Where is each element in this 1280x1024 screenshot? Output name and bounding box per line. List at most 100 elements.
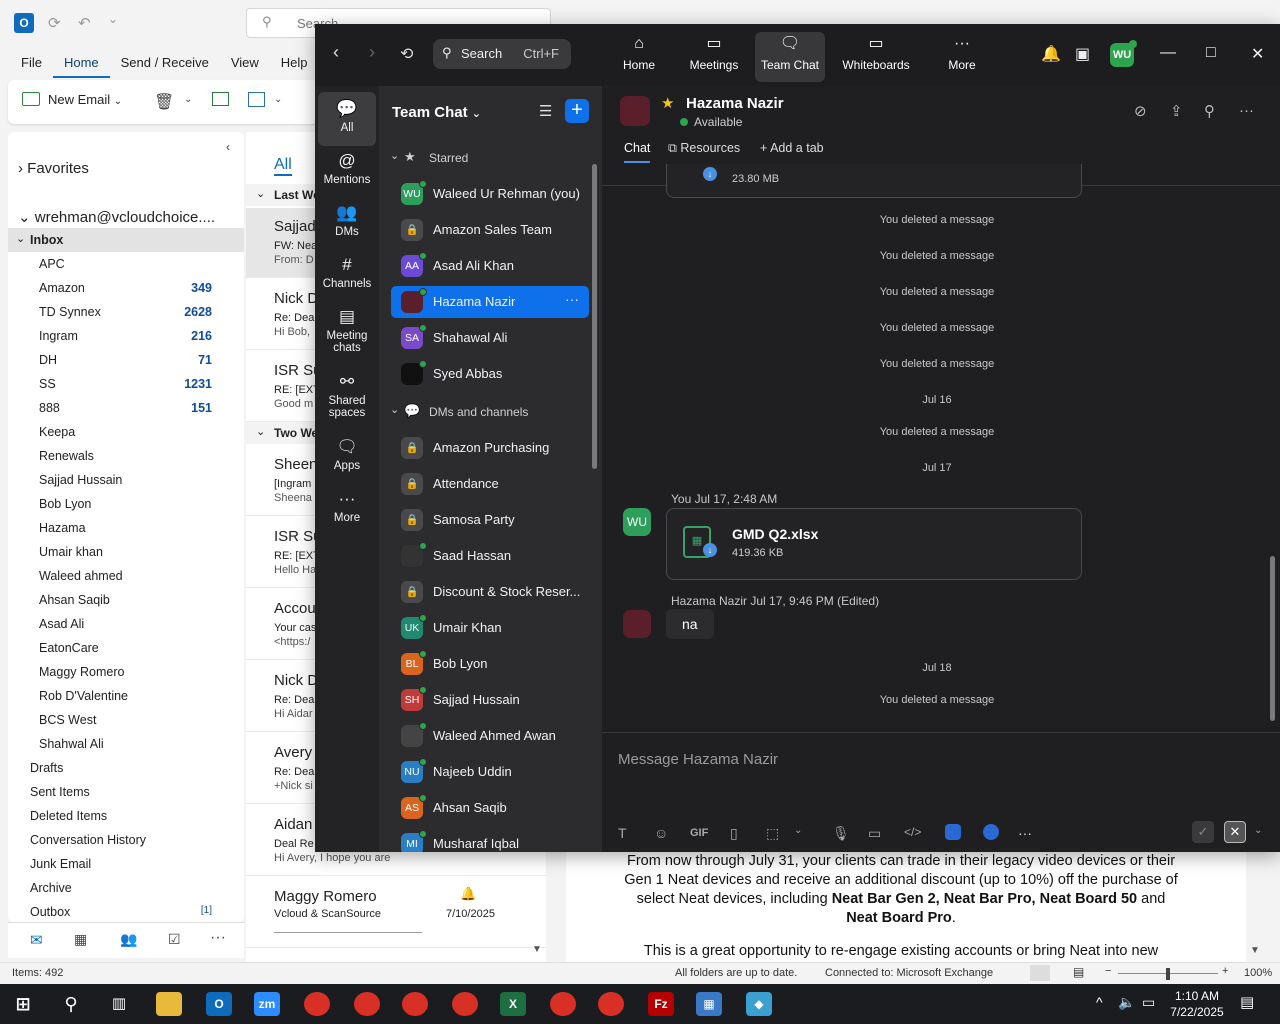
chat-list-item[interactable]: SA Shahawal Ali <box>391 322 589 354</box>
folder-item[interactable]: SS 1231 <box>8 372 244 396</box>
menu-send-receive[interactable]: Send / Receive <box>110 46 220 78</box>
chat-list-item[interactable]: SH Sajjad Hussain <box>391 684 589 716</box>
zoom-search-button[interactable]: ⚲ Search Ctrl+F <box>433 39 571 69</box>
screenshot-dropdown-icon[interactable]: ⌄ <box>794 825 802 836</box>
download-icon[interactable]: ↓ <box>703 167 717 181</box>
more-options-icon[interactable]: ··· <box>565 291 579 307</box>
task-view-icon[interactable]: ▥ <box>106 992 132 1016</box>
menu-home[interactable]: Home <box>52 46 110 78</box>
excel-icon[interactable]: X <box>500 992 526 1016</box>
collapse-pane-icon[interactable]: ‹ <box>226 140 230 154</box>
mail-icon[interactable]: ✉ <box>30 931 43 949</box>
chat-list-item[interactable]: UK Umair Khan <box>391 612 589 644</box>
app-integration-icon[interactable] <box>945 824 961 840</box>
screenshot-icon[interactable]: ⬚ <box>766 825 779 842</box>
folder-item[interactable]: Bob Lyon <box>8 492 244 516</box>
rail-all[interactable]: 💬 All <box>318 92 376 146</box>
folder-item[interactable]: Ingram 216 <box>8 324 244 348</box>
folder-item[interactable]: Keepa <box>8 420 244 444</box>
calendar-icon[interactable]: ▦ <box>74 931 87 948</box>
file-card-prev[interactable]: 23.80 MB ↓ <box>666 164 1082 198</box>
rail-more[interactable]: ··· More <box>318 488 376 524</box>
message-input[interactable] <box>618 751 1258 768</box>
sender-avatar[interactable]: WU <box>623 508 651 536</box>
scroll-down-icon[interactable]: ▼ <box>532 944 542 955</box>
chat-list-item[interactable]: MI Musharaf Iqbal <box>391 828 589 852</box>
minimize-icon[interactable]: — <box>1160 44 1176 62</box>
chat-list-item[interactable]: AA Asad Ali Khan <box>391 250 589 282</box>
section-dms-channels[interactable]: ⌄ 💬 DMs and channels <box>379 397 589 427</box>
star-icon[interactable]: ★ <box>661 94 674 112</box>
app-icon[interactable]: ◆ <box>746 992 772 1016</box>
chrome-icon[interactable] <box>354 992 380 1016</box>
filter-all-tab[interactable]: All <box>274 156 292 176</box>
cancel-button[interactable]: ✕ <box>1224 821 1246 843</box>
chrome-icon[interactable] <box>304 992 330 1016</box>
code-snippet-icon[interactable]: </> <box>904 825 921 839</box>
rail-shared-spaces[interactable]: ⚯ Shared spaces <box>318 371 376 419</box>
folder-item[interactable]: APC <box>8 252 244 276</box>
filter-icon[interactable]: ☰ <box>539 102 552 120</box>
tab-more[interactable]: ··· More <box>939 32 985 82</box>
folder-item[interactable]: Hazama <box>8 516 244 540</box>
rail-dms[interactable]: 👥 DMs <box>318 202 376 238</box>
add-tab-button[interactable]: + Add a tab <box>760 141 824 155</box>
folder-item[interactable]: ⌄ Inbox <box>8 228 244 252</box>
zoom-out-icon[interactable]: − <box>1105 965 1111 977</box>
tab-team-chat[interactable]: 🗨 Team Chat <box>755 32 825 82</box>
folder-item[interactable]: Waleed ahmed <box>8 564 244 588</box>
favorites-header[interactable]: › Favorites <box>18 160 89 177</box>
send-options-dropdown-icon[interactable]: ⌄ <box>1254 825 1262 836</box>
chat-list-item[interactable]: 🔒 Attendance <box>391 468 589 500</box>
chat-list-item[interactable]: 🔒 Amazon Purchasing <box>391 432 589 464</box>
section-starred[interactable]: ⌄ ★ Starred <box>379 143 589 173</box>
mail-item[interactable]: Maggy Romero Vcloud & ScanSource 7/10/2025… <box>246 878 546 948</box>
send-button[interactable]: ✓ <box>1192 821 1214 843</box>
maximize-icon[interactable]: □ <box>1206 44 1216 62</box>
delete-icon[interactable]: 🗑 <box>154 92 174 112</box>
move-icon[interactable] <box>248 92 265 107</box>
archive-icon[interactable] <box>212 92 229 106</box>
quick-access-dropdown-icon[interactable]: ⌄ <box>108 12 118 26</box>
history-icon[interactable]: ⟲ <box>400 44 413 64</box>
gif-button[interactable]: GIF <box>690 827 708 839</box>
chat-list-item[interactable]: Waleed Ahmed Awan <box>391 720 589 752</box>
search-icon[interactable]: ⚲ <box>1204 102 1215 120</box>
folder-item[interactable]: TD Synnex 2628 <box>8 300 244 324</box>
tab-meetings[interactable]: ▭ Meetings <box>681 32 747 82</box>
folder-item[interactable]: BCS West <box>8 708 244 732</box>
video-off-icon[interactable]: ⊘ <box>1134 102 1147 120</box>
new-email-button[interactable]: New Email ⌄ <box>22 92 122 107</box>
folder-item[interactable]: Junk Email <box>8 852 244 876</box>
more-options-icon[interactable]: ··· <box>1239 102 1254 119</box>
reading-view-icon[interactable]: ▤ <box>1073 965 1084 979</box>
chat-list-item[interactable]: 🔒 Amazon Sales Team <box>391 214 589 246</box>
chat-list-item[interactable]: 🔒 Discount & Stock Reser... <box>391 576 589 608</box>
thread-scrollbar[interactable] <box>1270 556 1275 721</box>
notification-bell-icon[interactable]: 🔔 <box>1041 44 1061 64</box>
tab-home[interactable]: ⌂ Home <box>613 32 665 82</box>
folder-item[interactable]: Umair khan <box>8 540 244 564</box>
tasks-icon[interactable]: ☑ <box>168 931 181 948</box>
folder-item[interactable]: Shahwal Ali <box>8 732 244 756</box>
chrome-icon[interactable] <box>402 992 428 1016</box>
file-explorer-icon[interactable] <box>156 992 182 1016</box>
file-card[interactable]: ▦ ↓ GMD Q2.xlsx 419.36 KB <box>666 508 1082 580</box>
calculator-icon[interactable]: ▦ <box>696 992 722 1016</box>
sync-icon[interactable]: ⟳ <box>48 14 61 32</box>
folder-item[interactable]: Conversation History <box>8 828 244 852</box>
outlook-taskbar-icon[interactable]: O <box>206 992 232 1016</box>
chat-list-item[interactable]: Hazama Nazir ··· <box>391 286 589 318</box>
calendar-icon[interactable]: ▣ <box>1075 44 1090 64</box>
network-icon[interactable]: ▭ <box>1142 994 1155 1011</box>
search-icon[interactable]: ⚲ <box>58 992 84 1016</box>
notification-center-icon[interactable]: ▤ <box>1240 993 1254 1011</box>
chat-list-item[interactable]: NU Najeeb Uddin <box>391 756 589 788</box>
folder-item[interactable]: Amazon 349 <box>8 276 244 300</box>
menu-help[interactable]: Help <box>270 46 319 78</box>
chat-list-item[interactable]: 🔒 Samosa Party <box>391 504 589 536</box>
filezilla-icon[interactable]: Fz <box>648 992 674 1016</box>
rail-channels[interactable]: # Channels <box>318 254 376 290</box>
folder-item[interactable]: Sent Items <box>8 780 244 804</box>
more-apps-icon[interactable]: ··· <box>210 929 226 947</box>
